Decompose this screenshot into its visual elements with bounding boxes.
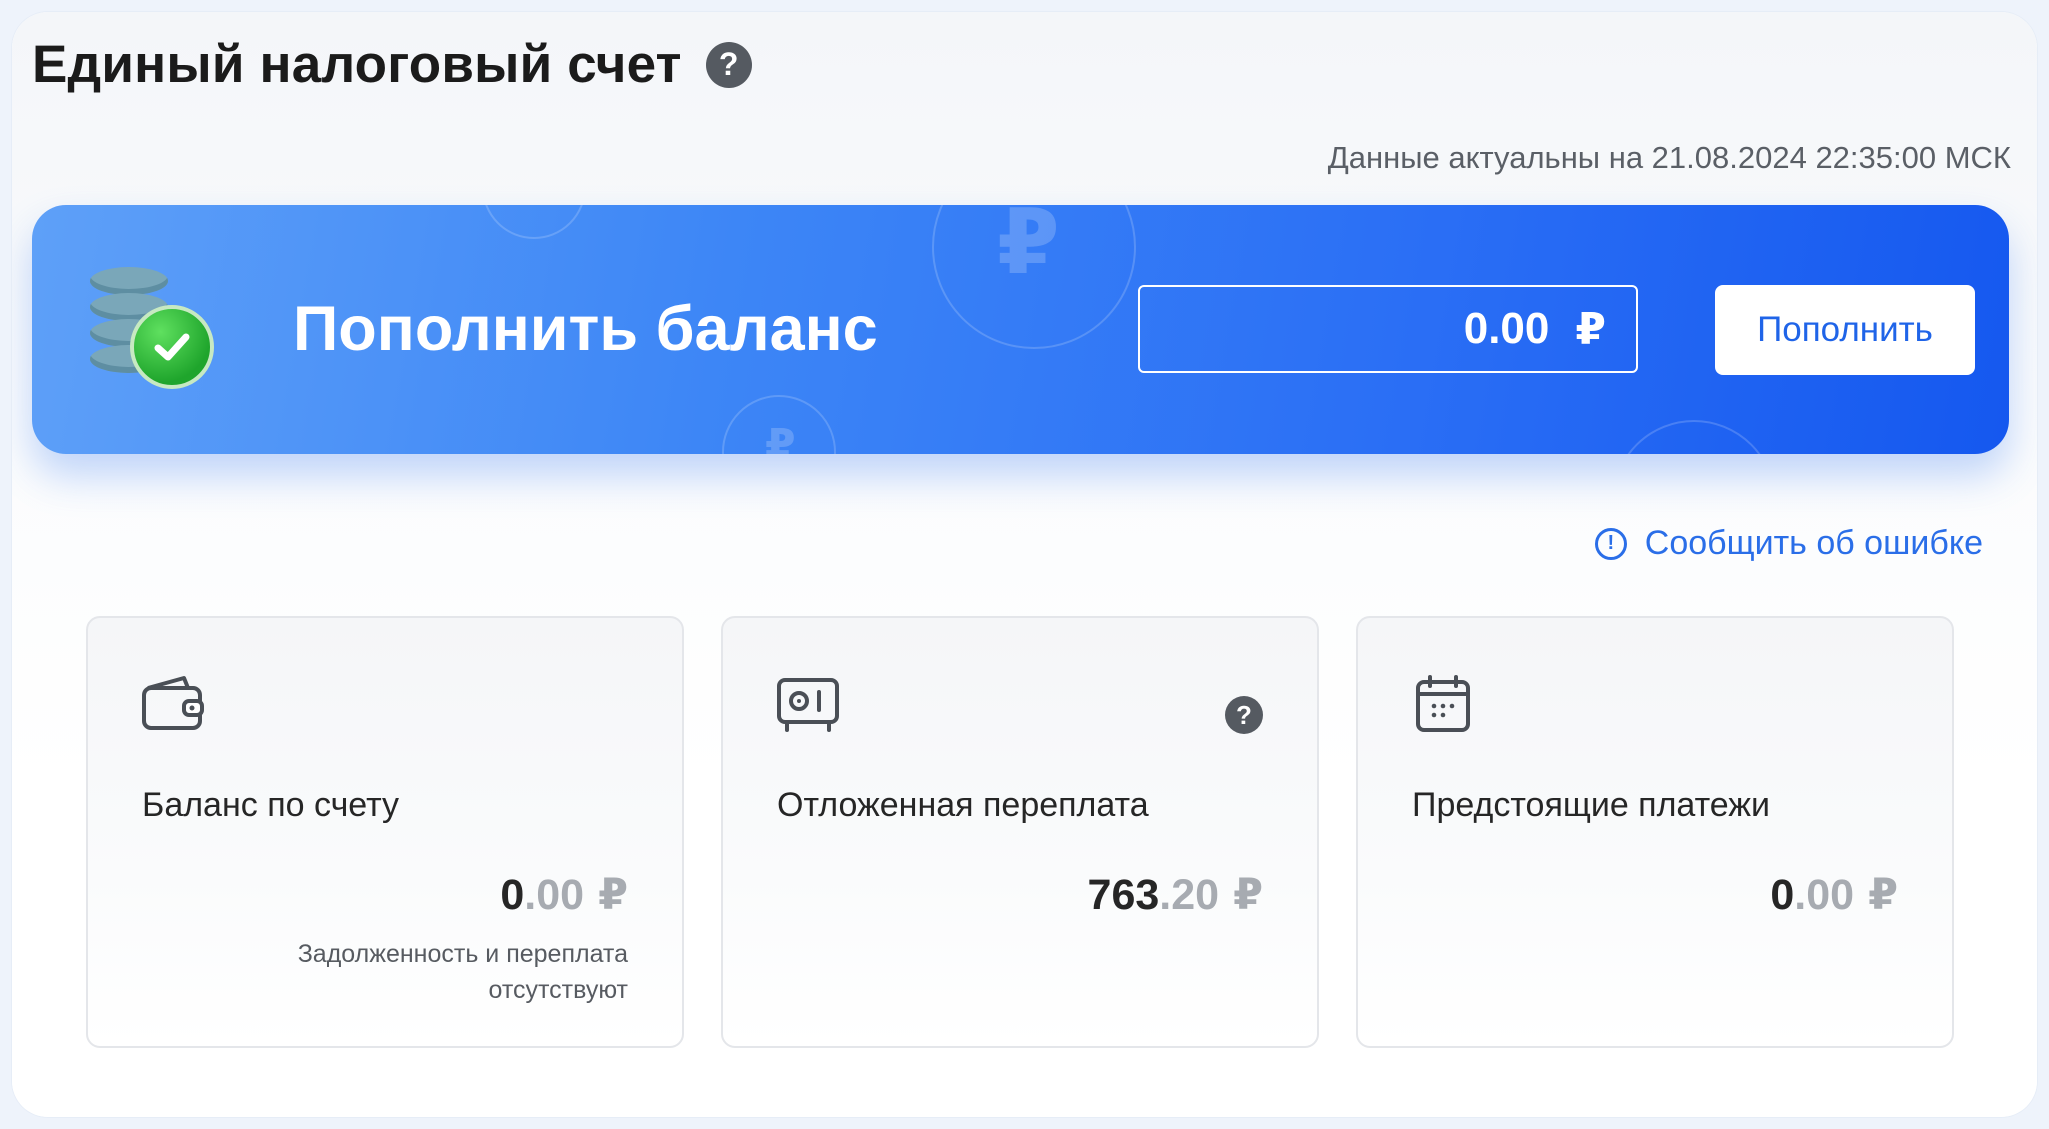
amount-fraction: .00: [524, 871, 585, 919]
currency-symbol: ₽: [1575, 304, 1606, 354]
upcoming-payments-card: Предстоящие платежи 0 .00 ₽: [1356, 616, 1954, 1048]
card-label: Баланс по счету: [142, 786, 400, 824]
top-up-amount-input[interactable]: 0.00 ₽: [1138, 285, 1638, 373]
info-circle-icon: !: [1594, 527, 1627, 560]
amount-fraction: .20: [1159, 871, 1220, 919]
report-error-label: Сообщить об ошибке: [1644, 524, 1983, 562]
decor-coin-circle: [1612, 420, 1776, 454]
card-label: Отложенная переплата: [777, 786, 1149, 824]
decor-ruble-icon: ₽: [765, 421, 796, 454]
help-icon[interactable]: ?: [1225, 696, 1263, 734]
card-note: Задолженность и переплата отсутствуют: [297, 940, 628, 1004]
card-amount: 0 .00 ₽: [500, 870, 628, 920]
top-up-banner: ₽ ₽ Пополнить баланс 0.00 ₽ Пополнить: [32, 205, 2009, 454]
currency-symbol: ₽: [1233, 871, 1263, 919]
deferred-overpayment-card: ? Отложенная переплата 763 .20 ₽: [721, 616, 1319, 1048]
currency-symbol: ₽: [598, 871, 628, 919]
page-title: Единый налоговый счет: [32, 35, 682, 94]
amount-integer: 763: [1087, 871, 1160, 919]
data-updated-timestamp: Данные актуальны на 21.08.2024 22:35:00 …: [1327, 140, 2011, 175]
card-label: Предстоящие платежи: [1412, 786, 1771, 824]
banner-title: Пополнить баланс: [293, 294, 878, 364]
amount-fraction: .00: [1794, 871, 1855, 919]
amount-integer: 0: [500, 871, 525, 919]
decor-coin-circle: [482, 205, 586, 239]
coin-layer: [90, 267, 168, 295]
wallet-icon: [142, 676, 204, 730]
decor-ruble-icon: ₽: [997, 205, 1060, 293]
card-amount: 763 .20 ₽: [1088, 870, 1263, 920]
coin-stack-check-icon: [90, 267, 220, 397]
calendar-icon: [1416, 675, 1470, 732]
currency-symbol: ₽: [1868, 871, 1898, 919]
title-row: Единый налоговый счет ?: [32, 34, 752, 95]
amount-value: 0.00: [1463, 304, 1550, 353]
safe-icon: [777, 678, 839, 732]
amount-integer: 0: [1770, 871, 1795, 919]
help-icon[interactable]: ?: [705, 41, 752, 88]
check-icon: [130, 305, 214, 389]
card-amount: 0 .00 ₽: [1770, 870, 1898, 920]
balance-card: Баланс по счету 0 .00 ₽ Задолженность и …: [86, 616, 684, 1048]
top-up-button[interactable]: Пополнить: [1715, 285, 1975, 375]
tax-account-panel: Единый налоговый счет ? Данные актуальны…: [12, 12, 2037, 1117]
report-error-link[interactable]: ! Сообщить об ошибке: [1594, 524, 1983, 563]
checkmark-glyph: [154, 333, 190, 361]
